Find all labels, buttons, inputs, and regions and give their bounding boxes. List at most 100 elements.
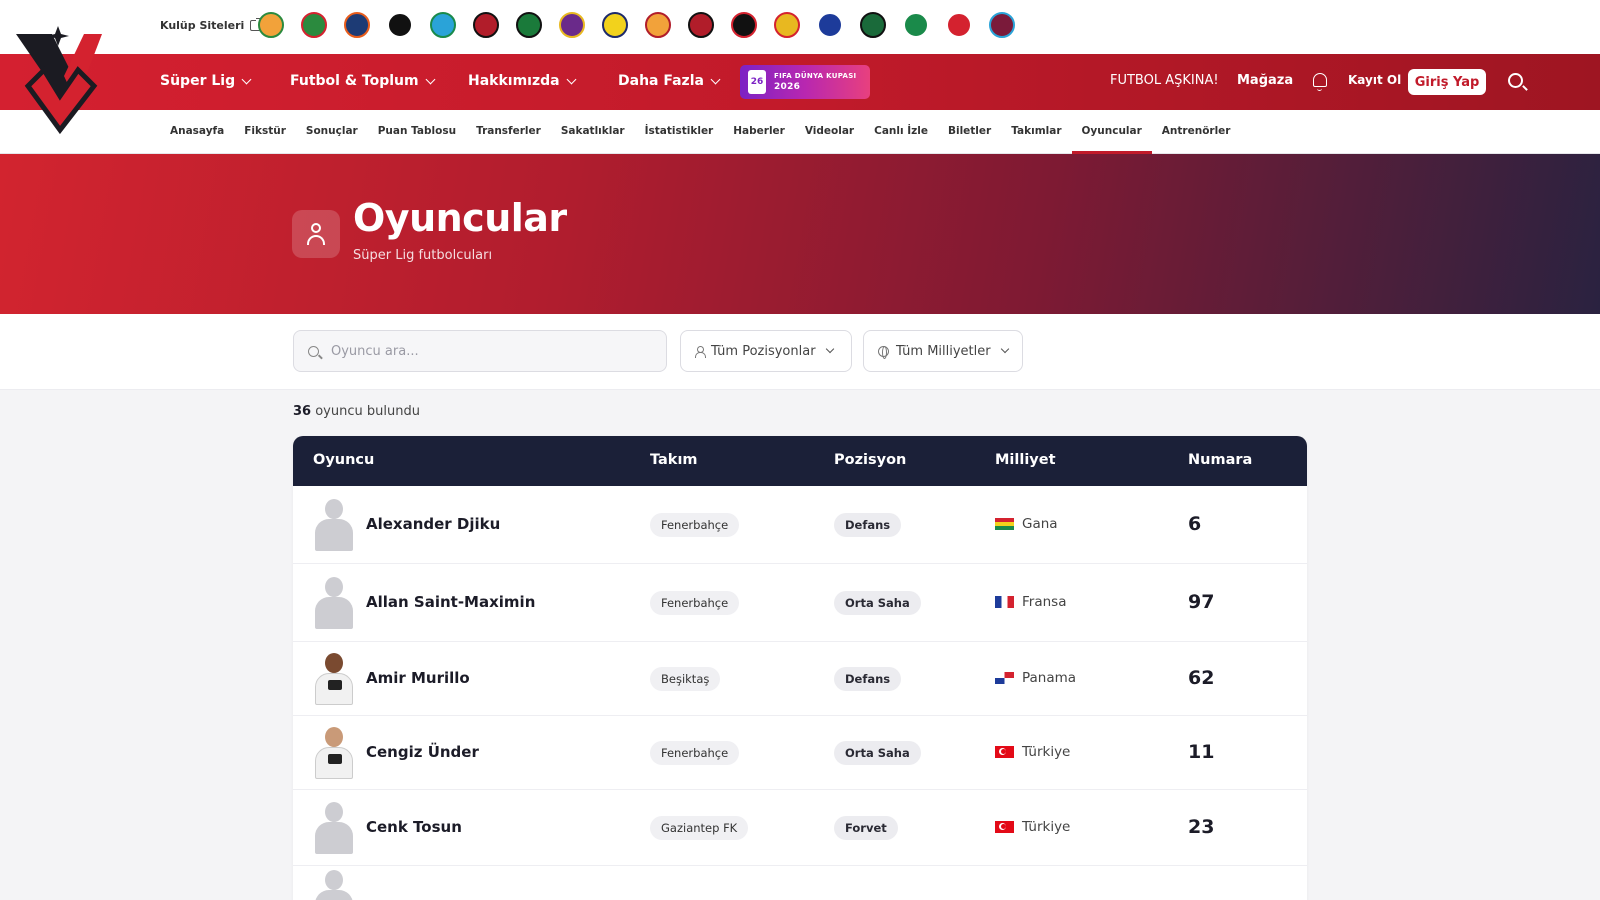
team-badge[interactable]: Fenerbahçe — [650, 513, 740, 537]
world-cup-trophy-icon: 26 — [748, 70, 766, 94]
jersey-number: 23 — [1188, 816, 1215, 838]
login-button[interactable]: Giriş Yap — [1408, 69, 1486, 95]
club-logo-icon[interactable] — [344, 12, 370, 38]
club-logo-icon[interactable] — [387, 12, 413, 38]
world-cup-banner-year: 2026 — [774, 82, 801, 92]
chevron-down-icon — [825, 344, 834, 354]
position-select[interactable]: Tüm Pozisyonlar — [680, 330, 852, 372]
nationality-label: Fransa — [1022, 594, 1067, 610]
nav-super-lig-label: Süper Lig — [160, 73, 236, 89]
player-placeholder-avatar — [313, 499, 355, 551]
table-row[interactable]: Alexander Djiku Fenerbahçe Defans Gana 6 — [293, 486, 1307, 564]
team-badge[interactable]: Fenerbahçe — [650, 591, 740, 615]
nav-futbol-toplum[interactable]: Futbol & Toplum — [290, 73, 436, 89]
subnav-item[interactable]: Videolar — [795, 110, 864, 154]
site-logo[interactable] — [14, 26, 106, 136]
nav-hakkimizda-label: Hakkımızda — [468, 73, 560, 89]
subnav-item[interactable]: Antrenörler — [1152, 110, 1241, 154]
team-badge[interactable]: Gaziantep FK — [650, 816, 749, 840]
sub-navigation-list: Anasayfa Fikstür Sonuçlar Puan Tablosu Trans… — [160, 110, 1240, 154]
player-search-input[interactable] — [331, 343, 631, 359]
subnav-item[interactable]: Sonuçlar — [296, 110, 368, 154]
club-logo-icon[interactable] — [817, 12, 843, 38]
player-photo — [313, 653, 355, 705]
player-photo — [313, 727, 355, 779]
search-icon — [308, 345, 319, 357]
slogan: FUTBOL AŞKINA! — [1110, 73, 1219, 88]
subnav-item[interactable]: Fikstür — [234, 110, 296, 154]
subnav-item[interactable]: Anasayfa — [160, 110, 234, 154]
club-logo-icon[interactable] — [903, 12, 929, 38]
subnav-item[interactable]: Oyuncular — [1071, 110, 1153, 154]
team-badge[interactable]: Fenerbahçe — [650, 741, 740, 765]
user-icon — [695, 345, 706, 358]
nationality-label: Türkiye — [1022, 744, 1071, 760]
column-header-team[interactable]: Takım — [650, 452, 698, 468]
nationality: Panama — [995, 670, 1076, 686]
nav-hakkimizda[interactable]: Hakkımızda — [468, 73, 577, 89]
player-name[interactable]: Cenk Tosun — [366, 818, 462, 836]
jersey-number: 11 — [1188, 741, 1215, 763]
subnav-item[interactable]: Biletler — [938, 110, 1001, 154]
column-header-player[interactable]: Oyuncu — [313, 452, 374, 468]
world-cup-banner[interactable]: 26 FIFA DÜNYA KUPASI 2026 — [740, 65, 870, 99]
club-logo-icon[interactable] — [946, 12, 972, 38]
subnav-item[interactable]: Canlı İzle — [864, 110, 938, 154]
club-sites-label: Kulüp Siteleri — [160, 19, 245, 32]
chevron-down-icon — [425, 74, 436, 84]
nav-super-lig[interactable]: Süper Lig — [160, 73, 252, 89]
club-logo-icon[interactable] — [301, 12, 327, 38]
subnav-item[interactable]: Sakatlıklar — [551, 110, 635, 154]
club-logo-icon[interactable] — [989, 12, 1015, 38]
player-name[interactable]: Cengiz Ünder — [366, 743, 479, 761]
hero-user-icon — [292, 210, 340, 258]
table-row[interactable] — [293, 866, 1307, 900]
player-name[interactable]: Amir Murillo — [366, 669, 470, 687]
club-logo-icon[interactable] — [645, 12, 671, 38]
flag-icon — [995, 518, 1014, 530]
club-logo-icon[interactable] — [731, 12, 757, 38]
player-name[interactable]: Allan Saint-Maximin — [366, 593, 535, 611]
club-logo-icon[interactable] — [688, 12, 714, 38]
subnav-item[interactable]: Puan Tablosu — [368, 110, 466, 154]
table-row[interactable]: Allan Saint-Maximin Fenerbahçe Orta Saha Fr… — [293, 564, 1307, 642]
table-header: Oyuncu Takım Pozisyon Milliyet Numara — [293, 436, 1307, 486]
column-header-number[interactable]: Numara — [1188, 452, 1252, 468]
nav-futbol-toplum-label: Futbol & Toplum — [290, 73, 419, 89]
club-logo-icon[interactable] — [473, 12, 499, 38]
player-search[interactable] — [293, 330, 667, 372]
nav-daha-fazla[interactable]: Daha Fazla — [618, 73, 721, 89]
club-logo-icon[interactable] — [516, 12, 542, 38]
nationality: Gana — [995, 516, 1058, 532]
club-logo-icon[interactable] — [602, 12, 628, 38]
club-logo-icon[interactable] — [774, 12, 800, 38]
nationality: Türkiye — [995, 819, 1070, 835]
jersey-number: 62 — [1188, 667, 1215, 689]
subnav-item[interactable]: İstatistikler — [635, 110, 724, 154]
club-logo-icon[interactable] — [559, 12, 585, 38]
store-link[interactable]: Mağaza — [1237, 73, 1293, 88]
club-sites-link[interactable]: Kulüp Siteleri — [160, 18, 264, 32]
search-icon[interactable] — [1508, 73, 1523, 88]
results-count-number: 36 — [293, 404, 312, 419]
column-header-nationality[interactable]: Milliyet — [995, 452, 1056, 468]
club-logo-icon[interactable] — [258, 12, 284, 38]
subnav-item[interactable]: Takımlar — [1001, 110, 1071, 154]
table-row[interactable]: Amir Murillo Beşiktaş Defans Panama 62 — [293, 642, 1307, 716]
subnav-item[interactable]: Haberler — [723, 110, 795, 154]
sub-navigation: Anasayfa Fikstür Sonuçlar Puan Tablosu Trans… — [0, 110, 1600, 154]
filter-bar: Tüm Pozisyonlar Tüm Milliyetler — [0, 314, 1600, 390]
team-badge[interactable]: Beşiktaş — [650, 667, 721, 691]
club-logo-icon[interactable] — [430, 12, 456, 38]
register-link[interactable]: Kayıt Ol — [1348, 73, 1401, 87]
club-logo-icon[interactable] — [860, 12, 886, 38]
table-row[interactable]: Cengiz Ünder Fenerbahçe Orta Saha Türkiye 11 — [293, 716, 1307, 790]
bell-icon[interactable] — [1313, 73, 1327, 91]
player-name[interactable]: Alexander Djiku — [366, 515, 500, 533]
column-header-position[interactable]: Pozisyon — [834, 452, 906, 468]
chevron-down-icon — [1000, 344, 1009, 354]
nationality-select[interactable]: Tüm Milliyetler — [863, 330, 1023, 372]
page-subtitle: Süper Lig futbolcuları — [353, 248, 493, 263]
table-row[interactable]: Cenk Tosun Gaziantep FK Forvet Türkiye 23 — [293, 790, 1307, 866]
subnav-item[interactable]: Transferler — [466, 110, 551, 154]
